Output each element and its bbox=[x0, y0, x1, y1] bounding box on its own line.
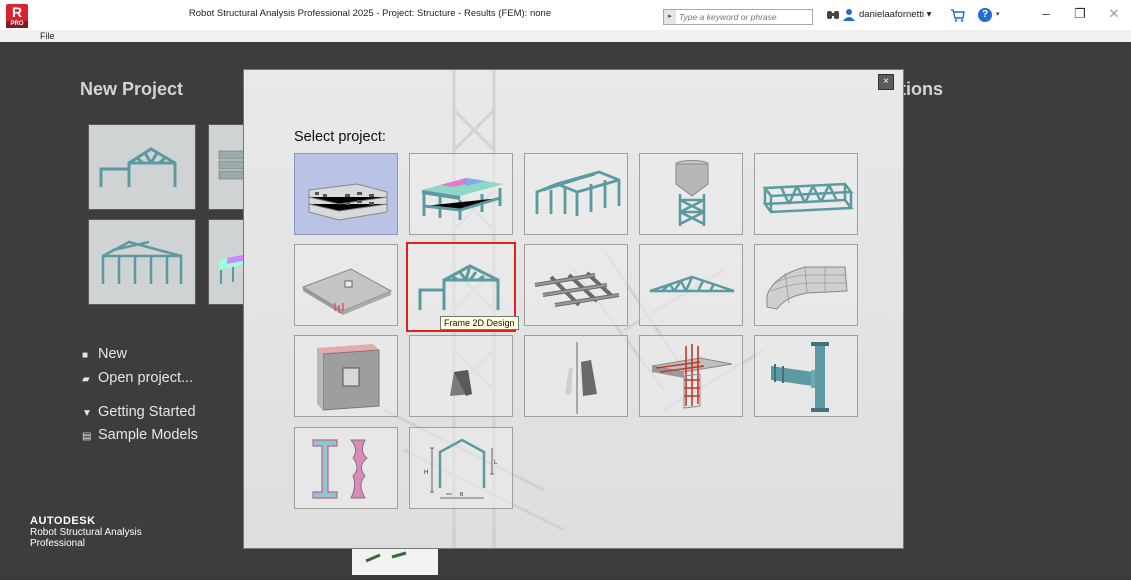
grillage-icon bbox=[534, 271, 620, 307]
new-file-icon: ■ bbox=[82, 350, 89, 361]
pro-badge: PRO bbox=[6, 21, 28, 28]
new-link[interactable]: ■ New bbox=[82, 346, 127, 362]
wall-icon bbox=[317, 344, 380, 411]
help-dropdown-icon[interactable]: ▾ bbox=[996, 10, 1000, 18]
steel-connection-icon bbox=[771, 342, 829, 412]
background-preview bbox=[352, 547, 438, 575]
tile-portal-frame[interactable]: H L B bbox=[409, 427, 513, 509]
title-bar: R PRO Robot Structural Analysis Professi… bbox=[0, 0, 1131, 30]
tile-steel-connection[interactable] bbox=[754, 335, 858, 417]
sample-models-label: Sample Models bbox=[98, 427, 198, 443]
open-project-label: Open project... bbox=[98, 370, 194, 386]
shell-building-icon bbox=[422, 178, 504, 220]
binoculars-icon[interactable] bbox=[826, 9, 840, 24]
tile-frame-3d[interactable] bbox=[524, 153, 628, 235]
autodesk-brand: AUTODESK Robot Structural Analysis Profe… bbox=[30, 515, 142, 549]
cart-icon[interactable] bbox=[950, 7, 966, 23]
brand-line2: Professional bbox=[30, 538, 86, 549]
new-project-thumb-frame3d[interactable] bbox=[88, 219, 196, 305]
section-definition-icon bbox=[312, 439, 368, 499]
search-input[interactable] bbox=[679, 10, 809, 24]
tile-wall[interactable] bbox=[294, 335, 398, 417]
help-icon[interactable]: ? bbox=[978, 8, 992, 22]
tile-truss-2d[interactable] bbox=[639, 244, 743, 326]
truss-3d-icon bbox=[762, 182, 854, 214]
tile-truss-3d[interactable] bbox=[754, 153, 858, 235]
options-heading: tions bbox=[900, 79, 943, 99]
new-project-thumb-building[interactable] bbox=[208, 124, 248, 210]
truss-2d-icon bbox=[649, 275, 735, 293]
rc-beam-icon bbox=[651, 344, 733, 409]
portal-frame-icon: H L B bbox=[424, 438, 498, 499]
tile-building-3d[interactable] bbox=[294, 153, 398, 235]
sample-models-icon: ▤ bbox=[82, 431, 92, 442]
brand-line1: Robot Structural Analysis bbox=[30, 527, 142, 538]
axisymmetric-icon bbox=[565, 342, 597, 414]
svg-text:H: H bbox=[424, 470, 428, 476]
getting-started-icon: ▼ bbox=[82, 408, 92, 419]
new-project-thumb-frame[interactable] bbox=[88, 124, 196, 210]
restore-button[interactable]: ❐ bbox=[1070, 6, 1090, 22]
user-icon[interactable] bbox=[843, 8, 855, 22]
search-box[interactable]: ▸ bbox=[663, 9, 813, 25]
tile-volumetric[interactable] bbox=[409, 335, 513, 417]
menu-bar: File bbox=[0, 30, 1131, 42]
tile-silo[interactable] bbox=[639, 153, 743, 235]
tile-axisymmetric[interactable] bbox=[524, 335, 628, 417]
new-project-thumb-shell[interactable] bbox=[208, 219, 248, 305]
getting-started-link[interactable]: ▼ Getting Started bbox=[82, 404, 196, 420]
tile-section-definition[interactable] bbox=[294, 427, 398, 509]
dialog-close-button[interactable]: × bbox=[878, 74, 894, 90]
brand-company: AUTODESK bbox=[30, 515, 96, 527]
shell-icon bbox=[766, 266, 848, 310]
volumetric-icon bbox=[450, 370, 472, 396]
open-project-link[interactable]: ▰ Open project... bbox=[82, 370, 193, 386]
plate-icon bbox=[301, 268, 393, 315]
select-project-dialog: × Select project: H L B Frame 2D Design bbox=[244, 70, 903, 548]
new-project-heading: New Project bbox=[80, 79, 184, 99]
username-label: danielaafornetti bbox=[859, 9, 924, 20]
tile-plate[interactable] bbox=[294, 244, 398, 326]
getting-started-label: Getting Started bbox=[98, 404, 196, 420]
building-3d-icon bbox=[308, 183, 388, 221]
search-expand-icon[interactable]: ▸ bbox=[664, 10, 676, 24]
svg-text:L: L bbox=[494, 460, 498, 466]
frame-2d-tooltip: Frame 2D Design bbox=[440, 316, 519, 330]
tile-shell-building[interactable] bbox=[409, 153, 513, 235]
svg-text:B: B bbox=[460, 492, 464, 498]
username[interactable]: danielaafornetti ▾ bbox=[859, 9, 931, 20]
tile-rc-beam[interactable] bbox=[639, 335, 743, 417]
close-button[interactable]: ✕ bbox=[1104, 6, 1124, 22]
frame-3d-icon bbox=[535, 170, 621, 216]
menu-file[interactable]: File bbox=[40, 30, 55, 42]
dialog-title: Select project: bbox=[294, 129, 386, 145]
tile-shell[interactable] bbox=[754, 244, 858, 326]
sample-models-link[interactable]: ▤ Sample Models bbox=[82, 427, 198, 443]
tile-grillage[interactable] bbox=[524, 244, 628, 326]
new-link-label: New bbox=[98, 346, 128, 362]
window-title: Robot Structural Analysis Professional 2… bbox=[188, 8, 552, 19]
open-folder-icon: ▰ bbox=[82, 374, 90, 385]
minimize-button[interactable]: – bbox=[1036, 6, 1056, 21]
silo-icon bbox=[675, 160, 709, 226]
